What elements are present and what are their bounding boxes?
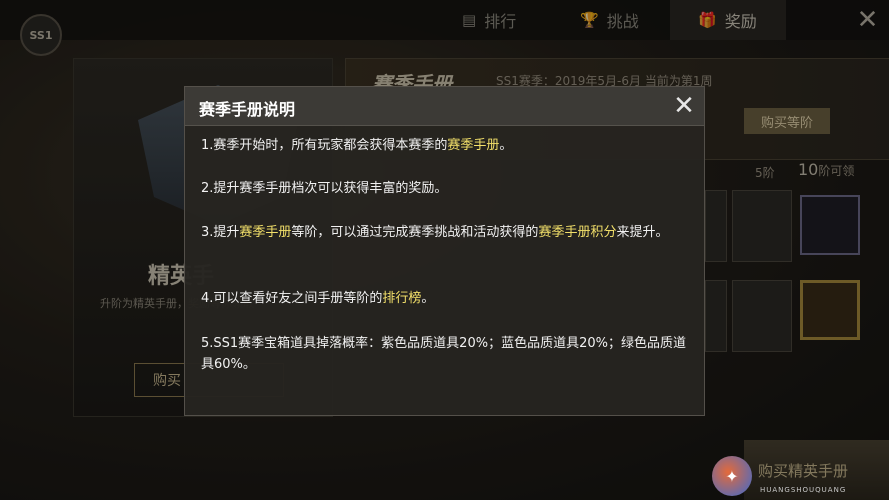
close-icon[interactable]: ✕ (669, 91, 699, 121)
watermark-text: HUANGSHOUQUANG (760, 486, 847, 494)
info-text: 来提升。 (616, 225, 669, 240)
info-text: 。 (499, 138, 513, 153)
highlight-text: 赛季手册 (447, 138, 500, 153)
info-text: 等阶，可以通过完成赛季挑战和活动获得的 (291, 225, 539, 240)
dialog-header: 赛季手册说明 ✕ (185, 87, 704, 126)
manual-info-dialog: 赛季手册说明 ✕ 1.赛季开始时，所有玩家都会获得本赛季的赛季手册。 2.提升赛… (184, 86, 705, 416)
highlight-text: 赛季手册积分 (538, 225, 617, 240)
dialog-title: 赛季手册说明 (199, 100, 296, 119)
info-text: 5.SS1赛季宝箱道具掉落概率：紫色品质道具20%；蓝色品质道具20%；绿色品质… (201, 336, 686, 372)
highlight-text: 排行榜 (382, 291, 422, 306)
info-item-1: 1.赛季开始时，所有玩家都会获得本赛季的赛季手册。 (201, 135, 691, 156)
info-item-5: 5.SS1赛季宝箱道具掉落概率：紫色品质道具20%；蓝色品质道具20%；绿色品质… (201, 333, 691, 375)
info-text: 3.提升 (201, 225, 240, 240)
info-item-2: 2.提升赛季手册档次可以获得丰富的奖励。 (201, 178, 691, 199)
info-item-4: 4.可以查看好友之间手册等阶的排行榜。 (201, 288, 691, 309)
info-text: 2.提升赛季手册档次可以获得丰富的奖励。 (201, 181, 448, 196)
info-text: 1.赛季开始时，所有玩家都会获得本赛季的 (201, 138, 448, 153)
info-item-3: 3.提升赛季手册等阶，可以通过完成赛季挑战和活动获得的赛季手册积分来提升。 (201, 222, 691, 243)
info-text: 。 (421, 291, 435, 306)
info-text: 4.可以查看好友之间手册等阶的 (201, 291, 383, 306)
watermark-logo-icon: ✦ (712, 456, 752, 496)
highlight-text: 赛季手册 (239, 225, 292, 240)
